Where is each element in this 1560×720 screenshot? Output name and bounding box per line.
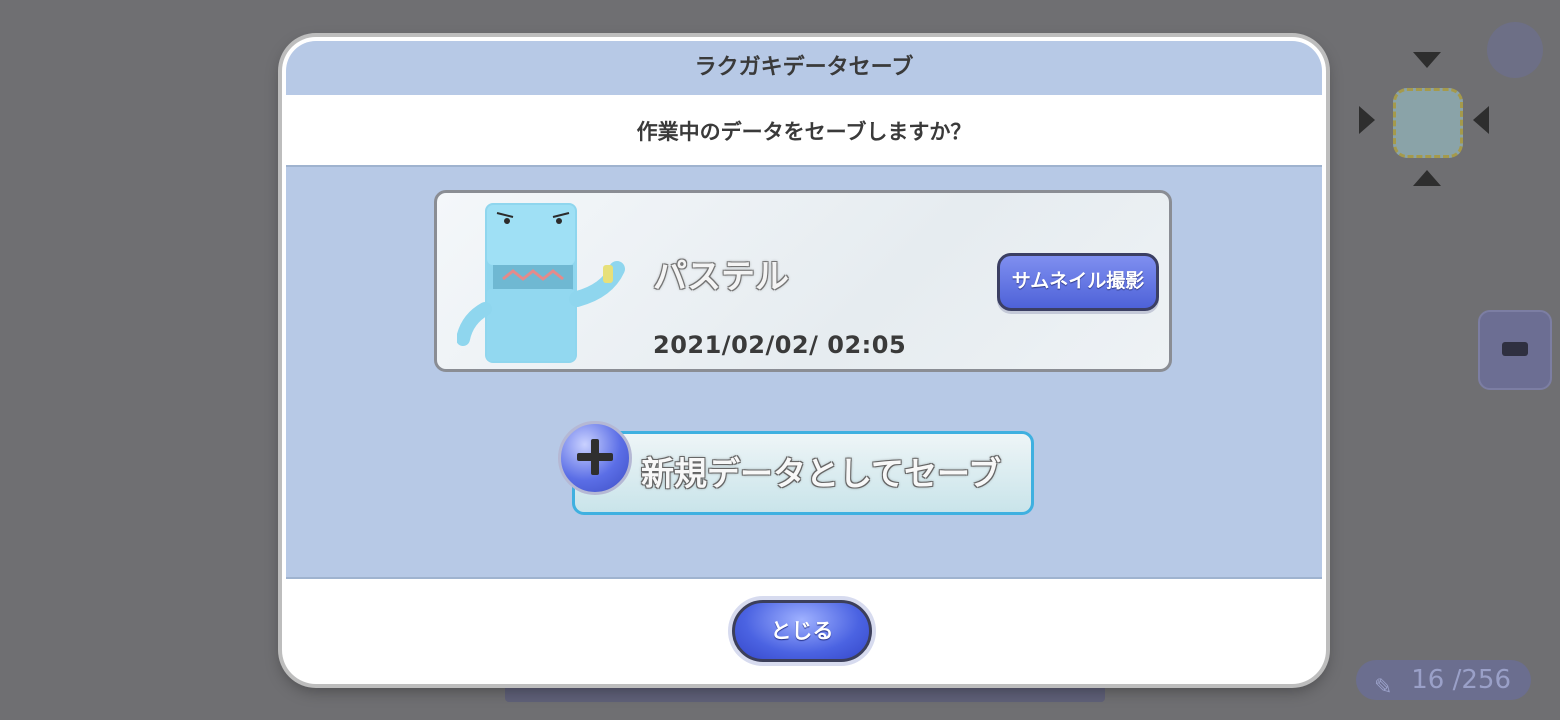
dpad-down-icon xyxy=(1413,170,1441,186)
background-side-button xyxy=(1478,310,1552,390)
save-slot-card[interactable]: パステル 2021/02/02/ 02:05 サムネイル撮影 xyxy=(434,190,1172,372)
dpad-center-icon xyxy=(1393,88,1463,158)
dpad-right-icon xyxy=(1473,106,1489,134)
character-thumbnail xyxy=(457,203,625,363)
background-dpad xyxy=(1355,50,1495,190)
pencil-icon: ✎ xyxy=(1374,675,1393,700)
save-slot-name: パステル xyxy=(653,257,789,297)
take-thumbnail-button[interactable]: サムネイル撮影 xyxy=(997,253,1159,311)
save-dialog: ラクガキデータセーブ 作業中のデータをセーブしますか？ パステル 2021/02… xyxy=(282,37,1326,684)
background-counter: ✎ 16 /256 xyxy=(1356,660,1531,700)
dialog-body: パステル 2021/02/02/ 02:05 サムネイル撮影 新規データとしてセ… xyxy=(286,167,1322,579)
save-slot-date: 2021/02/02/ 02:05 xyxy=(653,331,907,359)
dpad-up-icon xyxy=(1413,52,1441,68)
plus-icon xyxy=(558,421,632,495)
new-save-label: 新規データとしてセーブ xyxy=(641,454,1002,493)
dialog-question: 作業中のデータをセーブしますか？ xyxy=(286,95,1322,167)
counter-value: 16 /256 xyxy=(1411,665,1511,695)
background-menu-button xyxy=(1487,22,1543,78)
dialog-title: ラクガキデータセーブ xyxy=(286,41,1322,95)
camera-icon xyxy=(1502,342,1528,356)
dpad-left-icon xyxy=(1359,106,1375,134)
close-button[interactable]: とじる xyxy=(732,600,872,662)
new-save-button[interactable]: 新規データとしてセーブ xyxy=(572,431,1034,515)
